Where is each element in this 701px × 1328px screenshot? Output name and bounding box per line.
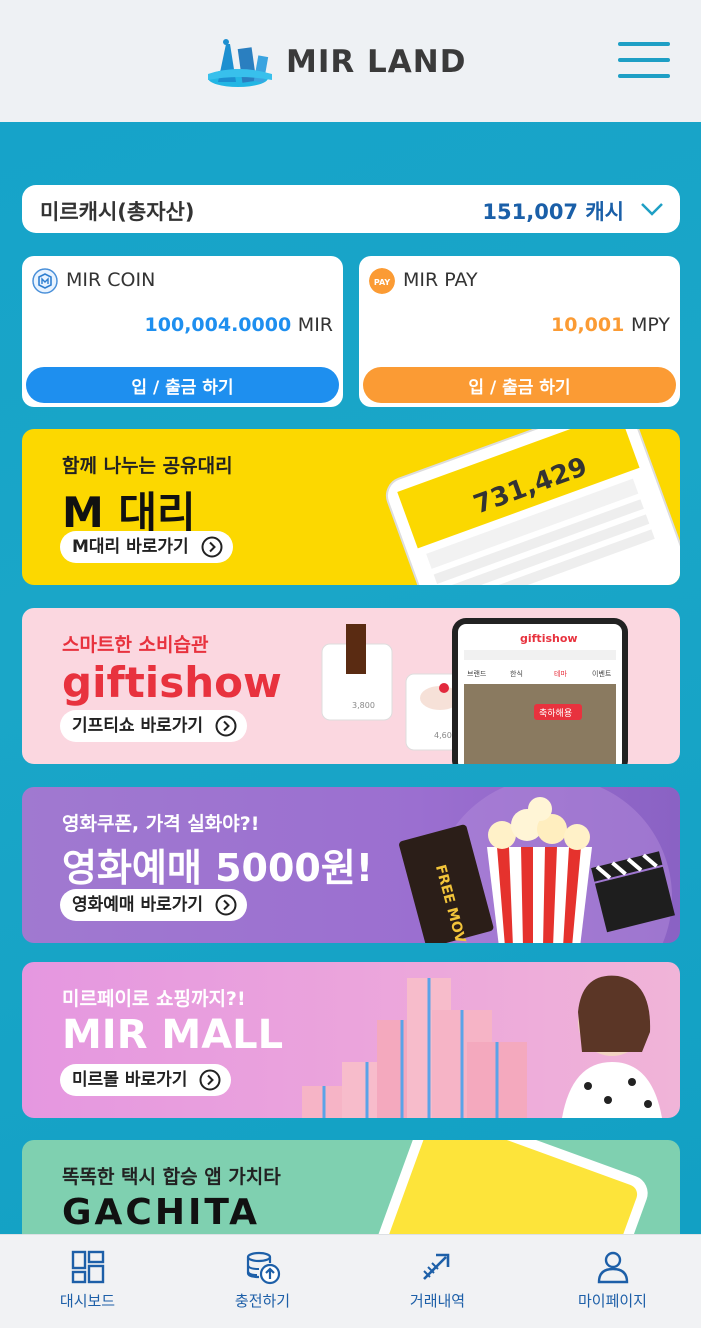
- chevron-right-circle-icon: [215, 715, 237, 737]
- chevron-right-circle-icon: [215, 894, 237, 916]
- user-icon: [597, 1251, 629, 1284]
- wallet-title: MIR PAY: [403, 269, 478, 291]
- banner-title: MIR MALL: [62, 1012, 284, 1058]
- nav-label: 마이페이지: [577, 1292, 647, 1310]
- bottom-navigation: 대시보드 충전하기 거래내역 마이페이지: [0, 1234, 701, 1328]
- phone-illustration: [363, 1140, 648, 1234]
- mir-coin-icon: [32, 268, 58, 294]
- giftishow-link-button[interactable]: 기프티쇼 바로가기: [60, 710, 248, 742]
- banner-subtitle: 똑똑한 택시 합승 앱 가치타: [62, 1166, 281, 1188]
- svg-text:3,800: 3,800: [352, 701, 375, 710]
- wallet-title: MIR COIN: [66, 269, 156, 291]
- banner-title: giftishow: [62, 658, 282, 707]
- svg-text:축하해용: 축하해용: [539, 708, 572, 719]
- svg-text:한식: 한식: [510, 669, 523, 678]
- banner-subtitle: 함께 나누는 공유대리: [62, 455, 233, 477]
- giftishow-illustration: 3,800 4,600 giftishow 브랜드 한식 테마 이벤트 축하해용: [321, 618, 628, 764]
- brand-logo[interactable]: MIR LAND: [204, 34, 466, 90]
- wallet-amount-unit: MIR: [297, 314, 333, 336]
- nav-mypage[interactable]: 마이페이지: [525, 1235, 700, 1328]
- banner-giftishow[interactable]: 스마트한 소비습관 giftishow 기프티쇼 바로가기 3,800 4,60…: [22, 608, 680, 764]
- nav-dashboard[interactable]: 대시보드: [0, 1235, 175, 1328]
- gift-boxes-illustration: [302, 975, 662, 1118]
- phone-illustration: 731,429: [385, 429, 680, 585]
- hamburger-icon[interactable]: [618, 40, 670, 80]
- banner-subtitle: 미르페이로 쇼핑까지?!: [62, 988, 246, 1010]
- wallet-amount-value: 10,001: [551, 314, 625, 336]
- nav-label: 대시보드: [59, 1292, 116, 1310]
- dashboard-main: 미르캐시(총자산) 151,007 캐시 MIR COIN 100,004.00…: [0, 122, 701, 1234]
- mirland-logo-icon: [208, 39, 272, 87]
- m-daeri-link-button[interactable]: M대리 바로가기: [60, 531, 233, 563]
- nav-label: 거래내역: [409, 1292, 466, 1310]
- banner-title: GACHITA: [62, 1192, 260, 1233]
- banner-button-label: 미르몰 바로가기: [72, 1070, 188, 1090]
- wallet-amount: 100,004.0000 MIR: [145, 314, 333, 336]
- svg-text:브랜드: 브랜드: [467, 669, 487, 678]
- total-assets-dropdown[interactable]: 미르캐시(총자산) 151,007 캐시: [22, 185, 680, 233]
- total-assets-value: 151,007 캐시: [482, 200, 624, 224]
- mir-coin-card: MIR COIN 100,004.0000 MIR 입 / 출금 하기: [22, 256, 343, 407]
- wallet-amount-value: 100,004.0000: [144, 314, 292, 336]
- chevron-down-icon: [641, 203, 663, 216]
- mir-mall-link-button[interactable]: 미르몰 바로가기: [60, 1064, 232, 1096]
- total-assets-label: 미르캐시(총자산): [40, 200, 195, 224]
- popcorn-illustration: FREE MOVIE: [399, 787, 675, 943]
- transaction-arrows-icon: [423, 1253, 450, 1280]
- mir-coin-deposit-withdraw-button[interactable]: 입 / 출금 하기: [26, 367, 339, 403]
- svg-text:PAY: PAY: [374, 278, 391, 287]
- nav-transactions[interactable]: 거래내역: [350, 1235, 525, 1328]
- banner-subtitle: 영화쿠폰, 가격 실화야?!: [62, 813, 260, 835]
- wallet-amount: 10,001 MPY: [551, 314, 670, 336]
- mir-pay-deposit-withdraw-button[interactable]: 입 / 출금 하기: [363, 367, 676, 403]
- svg-text:giftishow: giftishow: [520, 632, 578, 645]
- banner-m-daeri[interactable]: 함께 나누는 공유대리 M 대리 M대리 바로가기 731,429: [22, 429, 680, 585]
- nav-label: 충전하기: [234, 1292, 291, 1310]
- nav-charge[interactable]: 충전하기: [175, 1235, 350, 1328]
- mir-pay-card: PAY MIR PAY 10,001 MPY 입 / 출금 하기: [359, 256, 680, 407]
- movie-link-button[interactable]: 영화예매 바로가기: [60, 889, 248, 921]
- svg-text:이벤트: 이벤트: [592, 669, 612, 678]
- banner-title: 영화예매 5000원!: [62, 846, 374, 890]
- banner-subtitle: 스마트한 소비습관: [62, 634, 209, 656]
- chevron-right-circle-icon: [201, 536, 223, 558]
- dashboard-icon: [71, 1250, 105, 1284]
- mir-pay-icon: PAY: [369, 268, 395, 294]
- brand-name: MIR LAND: [286, 44, 467, 80]
- svg-text:테마: 테마: [554, 669, 567, 678]
- banner-button-label: 영화예매 바로가기: [72, 895, 204, 915]
- charge-coins-icon: [246, 1251, 281, 1285]
- banner-movie[interactable]: 영화쿠폰, 가격 실화야?! 영화예매 5000원! 영화예매 바로가기 FRE…: [22, 787, 680, 943]
- chevron-right-circle-icon: [199, 1069, 221, 1091]
- wallet-amount-unit: MPY: [630, 314, 670, 336]
- banner-gachita[interactable]: 똑똑한 택시 합승 앱 가치타 GACHITA: [22, 1140, 680, 1234]
- top-header: MIR LAND: [0, 0, 701, 122]
- banner-button-label: M대리 바로가기: [72, 537, 189, 557]
- banner-mir-mall[interactable]: 미르페이로 쇼핑까지?! MIR MALL 미르몰 바로가기: [22, 962, 680, 1118]
- banner-button-label: 기프티쇼 바로가기: [72, 716, 204, 736]
